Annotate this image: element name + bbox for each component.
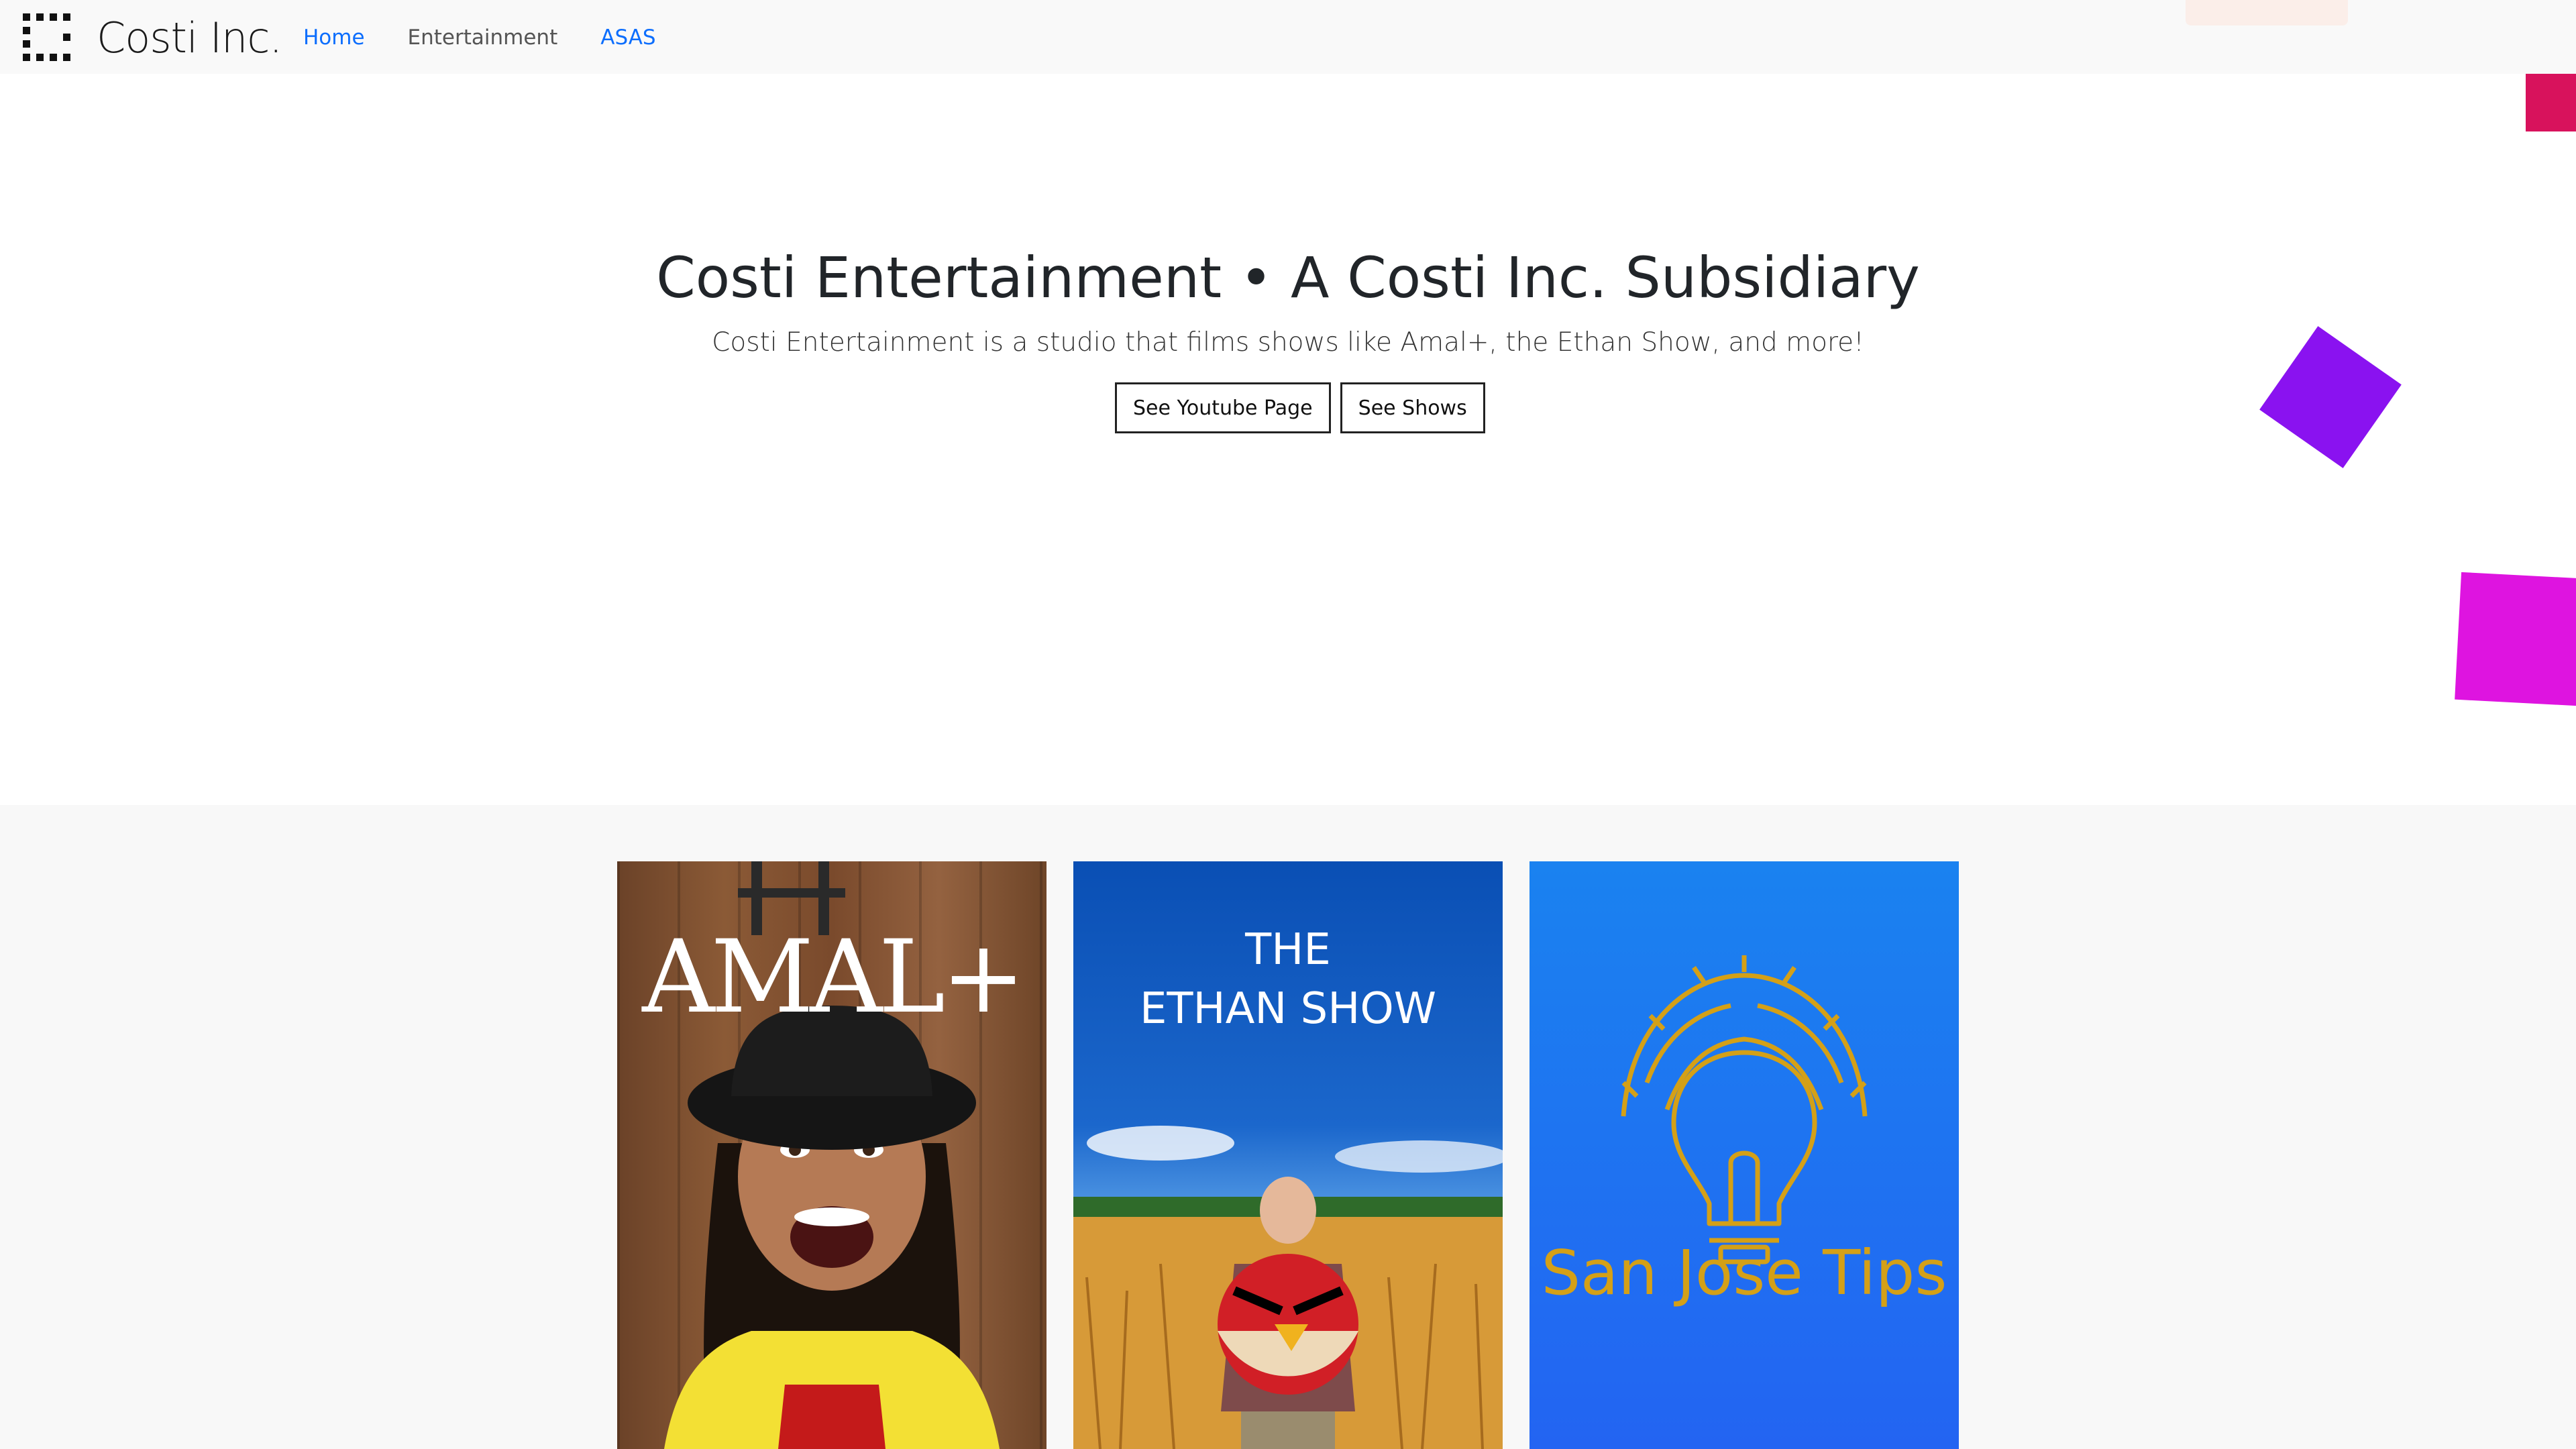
shows-section: AMAL+ THE ETHAN SHOW San Jose Tips <box>0 805 2576 1449</box>
lightbulb-sun-icon <box>1621 955 1868 1265</box>
see-shows-button[interactable]: See Shows <box>1340 382 1485 433</box>
amal-title: AMAL+ <box>642 919 1026 1036</box>
nav-link-entertainment[interactable]: Entertainment <box>408 24 558 51</box>
decorative-square-magenta <box>2455 572 2576 707</box>
brand-home-link[interactable]: Costi Inc. <box>20 9 282 66</box>
hero-section: Costi Entertainment • A Costi Inc. Subsi… <box>0 74 2576 805</box>
show-card-ethan-show[interactable]: THE ETHAN SHOW <box>1073 861 1503 1449</box>
show-card-san-jose-tips[interactable]: San Jose Tips <box>1529 861 1959 1449</box>
nav-link-asas[interactable]: ASAS <box>600 24 655 51</box>
ethan-title-line-2: ETHAN SHOW <box>1139 984 1437 1034</box>
ethan-show-title: THE ETHAN SHOW <box>1073 920 1503 1038</box>
hero-subtitle: Costi Entertainment is a studio that fil… <box>712 327 1864 358</box>
hero-title: Costi Entertainment • A Costi Inc. Subsi… <box>656 245 1920 311</box>
nav-link-home[interactable]: Home <box>303 24 365 51</box>
nav-decoration <box>2186 0 2348 25</box>
decorative-square-red <box>2526 74 2576 131</box>
show-card-amal[interactable]: AMAL+ <box>617 861 1046 1449</box>
ethan-title-line-1: THE <box>1245 925 1331 975</box>
top-navbar: Costi Inc. Home Entertainment ASAS <box>0 0 2576 74</box>
see-youtube-page-button[interactable]: See Youtube Page <box>1115 382 1331 433</box>
san-jose-tips-title: San Jose Tips <box>1541 1237 1947 1309</box>
hero-buttons: See Youtube Page See Shows <box>1115 382 1495 433</box>
main-nav: Home Entertainment ASAS <box>303 24 699 51</box>
brand-logo-icon <box>20 9 76 66</box>
brand-name: Costi Inc. <box>97 13 282 62</box>
